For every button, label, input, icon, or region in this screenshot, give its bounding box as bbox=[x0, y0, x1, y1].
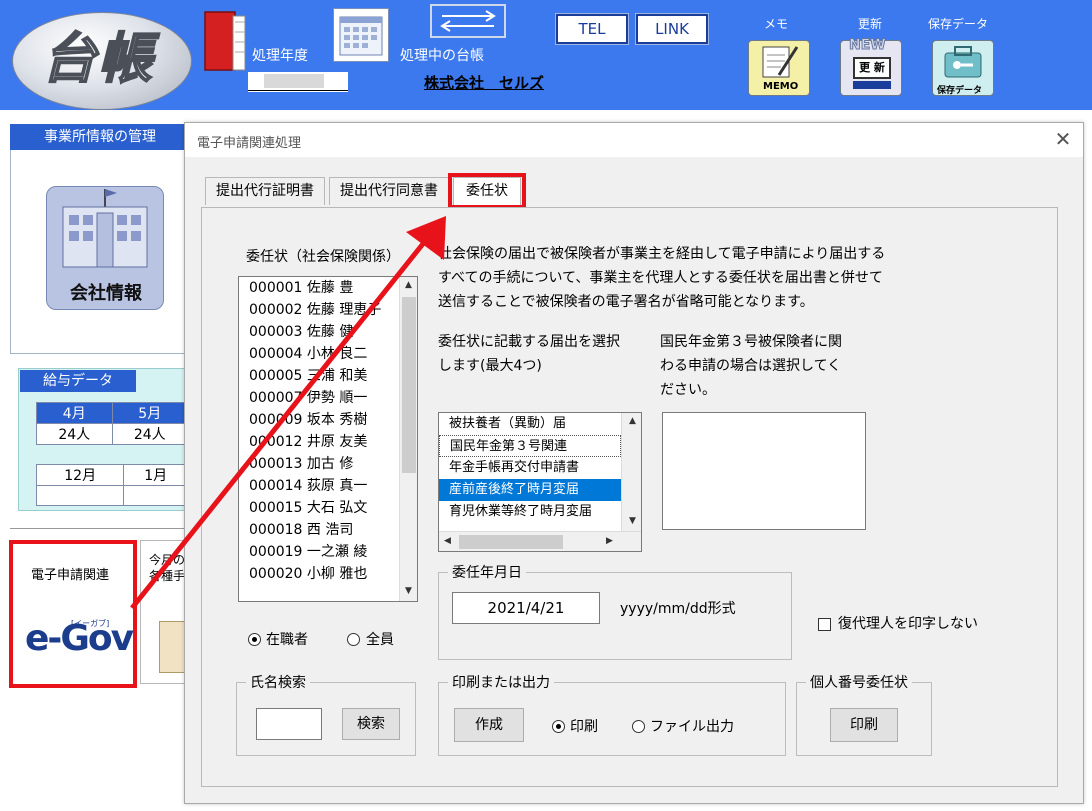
annotation-arrow bbox=[130, 216, 446, 610]
